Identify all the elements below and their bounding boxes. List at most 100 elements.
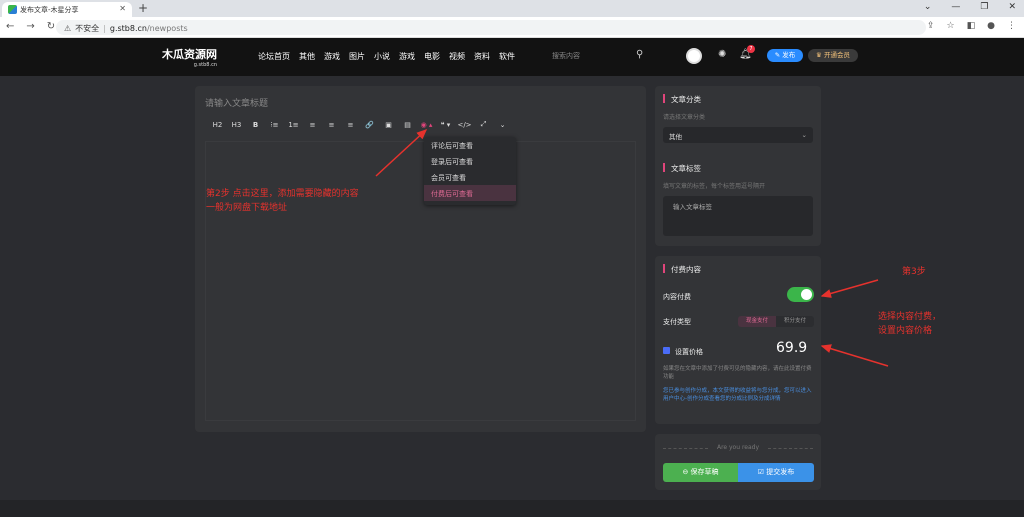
tag-input[interactable]: 输入文章标签 bbox=[663, 196, 813, 236]
price-checkbox-icon bbox=[663, 347, 670, 354]
image-icon[interactable]: ▣ bbox=[379, 121, 398, 129]
tab-title: 发布文章-木星分享 bbox=[20, 6, 79, 14]
avatar[interactable] bbox=[686, 48, 702, 64]
tag-hint: 填写文章的标签，每个标签用逗号隔开 bbox=[663, 183, 766, 190]
hide-content-icon[interactable]: ◉ ▴ bbox=[417, 121, 436, 129]
save-draft-button[interactable]: ⊖ 保存草稿 bbox=[663, 463, 738, 482]
align-right-icon[interactable]: ≡ bbox=[341, 121, 360, 129]
share-icon[interactable]: ⇪ bbox=[927, 21, 935, 31]
paid-note-link[interactable]: 您已参与创作分成，本文获得的收益将与您分成，您可以进入用户中心-创作分成查看您的… bbox=[663, 387, 813, 403]
restore-icon[interactable]: ❐ bbox=[980, 2, 988, 12]
site-logo[interactable]: 木瓜资源网 g.stb8.cn bbox=[162, 46, 217, 68]
post-editor: 请输入文章标题 H2 H3 B ⁝≡ 1≡ ≡ ≡ ≡ 🔗 ▣ ▤ ◉ ▴ ❝ … bbox=[195, 86, 646, 432]
nav-item[interactable]: 资料 bbox=[474, 51, 490, 62]
browser-tabbar: 发布文章-木星分享 ✕ + ⌄ — ❐ ✕ bbox=[0, 0, 1024, 17]
step2-text-1: 第2步 点击这里，添加需要隐藏的内容 bbox=[206, 189, 359, 199]
url-host: g.stb8.cn bbox=[109, 24, 147, 33]
nav-item[interactable]: 视频 bbox=[449, 51, 465, 62]
minimize-icon[interactable]: — bbox=[951, 2, 960, 12]
new-tab-icon[interactable]: + bbox=[138, 1, 148, 15]
fullscreen-icon[interactable]: ⤢ bbox=[474, 120, 493, 129]
align-center-icon[interactable]: ≡ bbox=[322, 121, 341, 129]
notification-badge: 7 bbox=[747, 45, 755, 53]
site-favicon-icon bbox=[8, 5, 17, 14]
content-area[interactable] bbox=[205, 141, 636, 421]
chevron-down-icon: ⌄ bbox=[801, 131, 807, 139]
paid-title: 付费内容 bbox=[663, 264, 701, 275]
nav-item[interactable]: 论坛首页 bbox=[258, 51, 290, 62]
ready-text: Are you ready bbox=[663, 444, 813, 451]
submit-button[interactable]: ☑ 提交发布 bbox=[738, 463, 814, 482]
price-label: 设置价格 bbox=[675, 348, 703, 356]
sidepanel-icon[interactable]: ◧ bbox=[967, 21, 976, 31]
site-header: 木瓜资源网 g.stb8.cn 论坛首页 其他 游戏 图片 小说 游戏 电影 视… bbox=[0, 38, 1024, 76]
paid-note: 如果您在文章中添加了付费可见的隐藏内容，请在此设置付费功能 bbox=[663, 366, 812, 380]
dropdown-item-login[interactable]: 登录后可查看 bbox=[424, 153, 516, 169]
link-icon[interactable]: 🔗 bbox=[360, 121, 379, 129]
video-icon[interactable]: ▤ bbox=[398, 121, 417, 129]
page-footer bbox=[0, 500, 1024, 517]
dropdown-item-comment[interactable]: 评论后可查看 bbox=[424, 137, 516, 153]
step3-arrow-toggle bbox=[820, 279, 879, 298]
publish-button[interactable]: ✎ 发布 bbox=[767, 49, 803, 62]
nav-item[interactable]: 其他 bbox=[299, 51, 315, 62]
address-bar[interactable]: ⚠ 不安全 | g.stb8.cn/newposts bbox=[56, 20, 926, 35]
h2-button[interactable]: H2 bbox=[208, 121, 227, 129]
numbered-list-icon[interactable]: 1≡ bbox=[284, 121, 303, 129]
paytype-cash[interactable]: 现金支付 bbox=[738, 316, 776, 327]
nav-buttons: ← → ↻ bbox=[6, 21, 55, 32]
bookmark-star-icon[interactable]: ☆ bbox=[947, 21, 955, 31]
dropdown-item-paid[interactable]: 付费后可查看 bbox=[424, 185, 516, 201]
main-nav: 论坛首页 其他 游戏 图片 小说 游戏 电影 视频 资料 软件 bbox=[258, 51, 515, 62]
chevron-down-icon[interactable]: ⌄ bbox=[924, 2, 932, 12]
theme-toggle-icon[interactable]: ✺ bbox=[718, 49, 726, 60]
nav-item[interactable]: 软件 bbox=[499, 51, 515, 62]
step3-text-1: 选择内容付费， bbox=[878, 312, 942, 322]
category-hint: 请选择文章分类 bbox=[663, 114, 706, 121]
profile-icon[interactable]: ● bbox=[987, 21, 995, 31]
category-title: 文章分类 bbox=[663, 94, 701, 105]
quote-icon[interactable]: ❝ ▾ bbox=[436, 121, 455, 129]
price-input[interactable]: 69.9 bbox=[776, 340, 807, 356]
search-icon[interactable]: ⚲ bbox=[636, 49, 643, 60]
dropdown-item-member[interactable]: 会员可查看 bbox=[424, 169, 516, 185]
window-controls: ⌄ — ❐ ✕ bbox=[924, 2, 1016, 12]
paytype-points[interactable]: 积分支付 bbox=[776, 316, 814, 327]
warning-icon: ⚠ bbox=[64, 24, 72, 33]
title-input[interactable]: 请输入文章标题 bbox=[205, 96, 268, 109]
forward-icon[interactable]: → bbox=[26, 21, 34, 32]
bullet-list-icon[interactable]: ⁝≡ bbox=[265, 121, 284, 129]
toggle-knob bbox=[801, 289, 812, 300]
security-status: 不安全 bbox=[75, 24, 100, 33]
step3-annotation: 选择内容付费， 设置内容价格 bbox=[878, 310, 941, 338]
step3-label: 第3步 bbox=[902, 267, 926, 277]
nav-item[interactable]: 图片 bbox=[349, 51, 365, 62]
back-icon[interactable]: ← bbox=[6, 21, 14, 32]
tag-title: 文章标签 bbox=[663, 163, 701, 174]
paid-toggle[interactable] bbox=[787, 287, 814, 302]
close-tab-icon[interactable]: ✕ bbox=[119, 4, 126, 13]
nav-item[interactable]: 游戏 bbox=[324, 51, 340, 62]
category-selected: 其他 bbox=[669, 133, 682, 141]
nav-item[interactable]: 小说 bbox=[374, 51, 390, 62]
align-left-icon[interactable]: ≡ bbox=[303, 121, 322, 129]
logo-text: 木瓜资源网 bbox=[162, 48, 217, 61]
vip-button[interactable]: ♛ 开通会员 bbox=[808, 49, 858, 62]
menu-icon[interactable]: ⋮ bbox=[1007, 21, 1016, 31]
code-icon[interactable]: </> bbox=[455, 121, 474, 129]
hide-content-dropdown: 评论后可查看 登录后可查看 会员可查看 付费后可查看 bbox=[424, 137, 516, 205]
reload-icon[interactable]: ↻ bbox=[47, 21, 55, 32]
close-window-icon[interactable]: ✕ bbox=[1008, 2, 1016, 12]
nav-item[interactable]: 电影 bbox=[424, 51, 440, 62]
browser-tab[interactable]: 发布文章-木星分享 ✕ bbox=[2, 2, 132, 17]
nav-item[interactable]: 游戏 bbox=[399, 51, 415, 62]
category-select[interactable]: 其他 ⌄ bbox=[663, 127, 813, 143]
browser-actions: ⇪ ☆ ◧ ● ⋮ bbox=[927, 21, 1016, 31]
search-input[interactable]: 搜索内容 bbox=[552, 51, 580, 61]
bold-button[interactable]: B bbox=[246, 121, 265, 129]
submit-label: 提交发布 bbox=[766, 468, 795, 476]
h3-button[interactable]: H3 bbox=[227, 121, 246, 129]
step2-annotation: 第2步 点击这里，添加需要隐藏的内容 一般为网盘下载地址 bbox=[206, 187, 359, 215]
chevron-down-icon[interactable]: ⌄ bbox=[493, 121, 512, 129]
browser-toolbar: ← → ↻ ⚠ 不安全 | g.stb8.cn/newposts ⇪ ☆ ◧ ● ⋮ bbox=[0, 17, 1024, 38]
